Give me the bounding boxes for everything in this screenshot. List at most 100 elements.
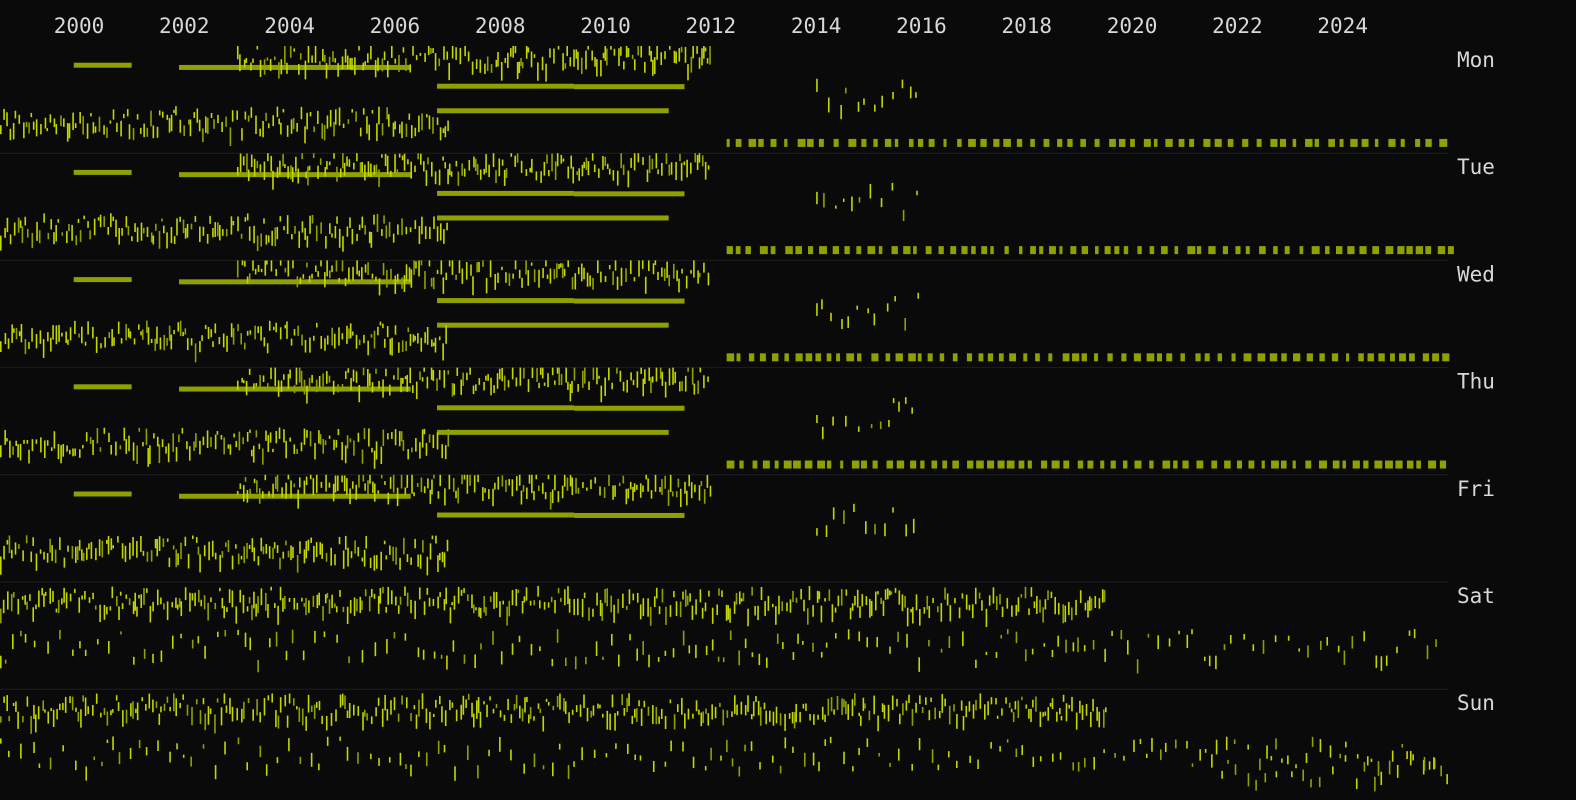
activity-mark [140,535,142,552]
activity-mark [118,606,120,621]
activity-mark [1314,138,1320,147]
activity-mark [477,474,479,483]
activity-mark [518,269,521,279]
activity-mark [248,368,251,375]
activity-mark [784,138,788,147]
activity-mark [591,50,593,61]
activity-mark [915,594,918,611]
activity-mark [390,170,392,177]
day-label-tue: Tue [1457,155,1495,179]
activity-mark [149,606,152,623]
activity-mark [512,46,514,58]
activity-mark [824,714,826,723]
activity-mark [864,703,866,709]
activity-mark [236,110,238,120]
activity-mark [280,122,282,135]
activity-mark [42,700,45,711]
activity-mark [214,552,217,560]
activity-mark [488,749,490,757]
activity-mark [600,385,603,403]
activity-mark [1343,650,1346,665]
activity-mark [549,268,552,284]
activity-mark [1064,605,1067,623]
activity-mark [351,331,354,336]
activity-mark [82,444,84,449]
activity-mark [779,713,782,726]
activity-mark [629,260,632,275]
activity-mark [489,260,492,278]
activity-mark [650,490,653,499]
activity-mark [374,60,377,78]
activity-mark [250,62,252,71]
activity-mark [619,370,622,382]
activity-mark [302,274,305,279]
activity-mark [928,639,930,647]
activity-band [73,491,132,497]
activity-mark [8,535,11,554]
activity-mark [426,114,428,118]
activity-mark [129,542,131,560]
activity-mark [394,429,397,446]
activity-mark [660,708,663,720]
activity-mark [154,338,157,351]
activity-mark [160,706,162,713]
activity-mark [598,168,600,178]
activity-mark [259,128,261,137]
activity-mark [937,764,940,771]
activity-mark [990,246,994,255]
activity-mark [1023,353,1028,362]
activity-mark [529,167,531,173]
activity-mark [826,353,832,362]
activity-mark [82,116,84,135]
activity-mark [843,510,845,524]
activity-mark [142,550,145,556]
activity-mark [1123,246,1129,255]
activity-mark [904,397,907,404]
activity-mark [672,263,675,279]
activity-mark [287,374,290,389]
activity-mark [495,59,498,68]
activity-mark [508,479,511,486]
activity-mark [472,276,474,296]
activity-mark [266,260,268,265]
activity-mark [283,226,285,231]
activity-mark [289,46,292,58]
activity-mark [1047,707,1050,721]
activity-mark [6,695,8,712]
activity-mark [386,107,388,120]
activity-mark [431,479,433,495]
activity-mark [767,595,770,611]
activity-mark [793,460,801,469]
activity-mark [497,51,499,67]
activity-mark [493,591,495,609]
activity-mark [915,92,917,98]
activity-mark [260,268,263,273]
activity-mark [165,446,167,454]
activity-mark [1079,590,1082,603]
activity-mark [325,474,327,492]
activity-mark [43,213,45,223]
activity-mark [925,246,932,255]
activity-mark [678,48,681,62]
activity-mark [156,589,159,606]
activity-mark [658,716,660,724]
activity-mark [494,274,497,290]
activity-mark [200,599,203,607]
activity-mark [217,114,219,124]
activity-mark [941,694,944,713]
activity-mark [361,600,363,610]
activity-mark [564,589,566,606]
activity-mark [125,216,128,228]
activity-mark [997,460,1005,469]
activity-mark [72,649,74,656]
activity-mark [474,654,476,669]
activity-mark [901,594,904,612]
activity-mark [845,415,847,427]
activity-mark [397,713,400,722]
activity-mark [404,376,407,380]
activity-mark [968,604,971,611]
activity-mark [460,704,463,720]
activity-mark [50,447,53,451]
activity-mark [346,435,349,449]
activity-mark [414,538,416,549]
